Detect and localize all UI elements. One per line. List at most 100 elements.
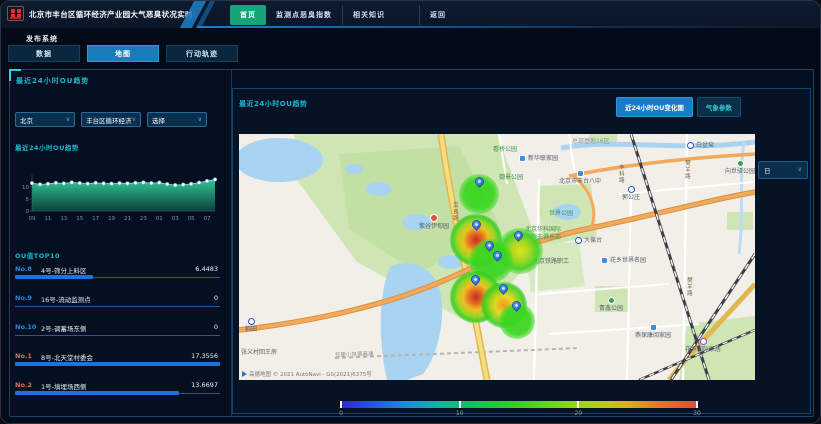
filter-bar: 北京∨丰台区循环经济产∨选择∨ <box>15 112 207 127</box>
map-label: 丰科路 <box>617 164 624 184</box>
period-select[interactable]: 日 ∨ <box>758 161 808 179</box>
park-icon <box>608 297 615 304</box>
top-list-item[interactable]: No.21号-填埋场西侧13.6697 <box>15 378 220 407</box>
row-divider <box>15 306 220 307</box>
weather-params-button[interactable]: 气象参数 <box>697 97 741 117</box>
station-name: 16号-流动监测点 <box>41 294 91 304</box>
x-tick-label: 03 <box>172 216 179 222</box>
data-point <box>110 182 113 185</box>
map-label-text: 花乡世界名园 <box>610 257 646 265</box>
metro-icon <box>687 142 694 149</box>
map-label: 青鑫公园 <box>599 297 623 313</box>
legend-tick <box>696 401 698 408</box>
red-marker-icon <box>430 214 438 222</box>
ou-trend-chart-title: 最近24小时OU趋势 <box>15 142 79 152</box>
tab-map[interactable]: 地图 <box>87 45 159 62</box>
x-tick-label: 05 <box>188 216 195 222</box>
legend-gradient-bar <box>340 401 698 408</box>
x-tick-label: 23 <box>140 216 147 222</box>
data-point <box>205 179 208 182</box>
top-list-item[interactable]: No.916号-流动监测点0 <box>15 291 220 320</box>
nav-tab-knowledge[interactable]: 相关知识 <box>342 5 395 25</box>
y-tick-label: 5 <box>26 197 30 203</box>
value-bar <box>15 391 179 395</box>
legend-tick-label: 0 <box>339 410 343 417</box>
row-divider <box>15 335 220 336</box>
data-point <box>181 183 184 186</box>
top-nav: 首页监测点恶臭指数相关知识 返回 <box>230 4 456 25</box>
main-panel: 最近24小时OU趋势 北京∨丰台区循环经济产∨选择∨ 最近24小时OU趋势 05… <box>9 69 814 417</box>
tab-track[interactable]: 行动轨迹 <box>166 45 238 62</box>
legend-tick-label: 20 <box>575 410 583 417</box>
map-canvas[interactable]: 总部基地16区看桥公园新华联家园白盆窑向世驿公园御景公园北京市丰台八中郭公庄樊羊… <box>239 134 755 380</box>
top-list-item[interactable]: No.18号-北天堂村委会17.3556 <box>15 349 220 378</box>
map-label-text: 稻田 <box>245 326 257 334</box>
map-label-text: 燕保康阅家园 <box>635 332 671 340</box>
x-tick-label: 19 <box>108 216 115 222</box>
map-panel-buttons: 近24小时OU变化图气象参数 <box>616 97 741 117</box>
poi-icon <box>519 155 526 162</box>
map-label-text: 大葆台 <box>584 237 602 245</box>
map-copyright: 高德地图 © 2021 AutoNavi - GS(2021)6375号 <box>242 370 372 378</box>
x-tick-label: 13 <box>60 216 67 222</box>
data-point <box>118 181 121 184</box>
station-select[interactable]: 选择∨ <box>147 112 207 127</box>
rank-label: No.2 <box>15 381 32 389</box>
chevron-down-icon: ∨ <box>132 117 136 123</box>
map-copyright-text: 高德地图 © 2021 AutoNavi - GS(2021)6375号 <box>249 370 372 378</box>
map-label: 张义村回王房 <box>241 349 277 357</box>
data-point <box>174 183 177 186</box>
map-label: 樊羊路 <box>683 160 690 180</box>
ou-change-chart-button[interactable]: 近24小时OU变化图 <box>616 97 693 117</box>
data-point <box>86 182 89 185</box>
data-point <box>158 181 161 184</box>
map-label: 京良路 <box>451 202 458 222</box>
park-select[interactable]: 丰台区循环经济产∨ <box>81 112 141 127</box>
map-label: 看桥公园 <box>493 146 517 154</box>
map-label: 樊羊路 <box>685 277 692 297</box>
data-point <box>78 181 81 184</box>
legend-tick <box>577 401 579 408</box>
amap-logo-icon <box>242 371 247 377</box>
map-label: 御景公园 <box>499 174 523 182</box>
map-label-text: 青鑫公园 <box>599 305 623 313</box>
legend-tick-label: 30 <box>693 410 701 417</box>
app-root: 北京市丰台区循环经济产业园大气恶臭状况实时 首页监测点恶臭指数相关知识返回 发布… <box>0 0 821 424</box>
station-select-value: 选择 <box>152 115 165 125</box>
city-select-value: 北京 <box>20 115 33 125</box>
x-tick-label: 11 <box>44 216 51 222</box>
publish-system-label: 发布系统 <box>26 34 58 44</box>
data-point <box>70 181 73 184</box>
legend-tick <box>459 401 461 408</box>
data-point <box>166 182 169 185</box>
chevron-down-icon: ∨ <box>66 117 70 123</box>
top-list-item[interactable]: No.102号-调蓄场东侧0 <box>15 320 220 349</box>
x-tick-label: 07 <box>204 216 211 222</box>
ou-value: 0 <box>214 323 218 331</box>
map-label: 郭公庄 <box>622 186 640 202</box>
nav-tab-odor-index[interactable]: 监测点恶臭指数 <box>266 5 342 25</box>
map-panel-title: 最近24小时OU趋势 <box>239 99 307 109</box>
top-list-title: OU值TOP10 <box>15 250 60 260</box>
data-point <box>126 182 129 185</box>
map-label: 稻田 <box>245 318 257 334</box>
top-list-item[interactable]: No.84号-筛分上料区6.4483 <box>15 262 220 291</box>
map-label: 大葆台 <box>575 237 602 245</box>
nav-tab-home[interactable]: 首页 <box>230 5 266 25</box>
view-tabs: 数据地图行动轨迹 <box>8 45 238 62</box>
map-label: 在建小京德高速 <box>335 351 374 359</box>
data-point <box>30 181 33 184</box>
nav-tab-back[interactable]: 返回 <box>419 5 456 25</box>
city-select[interactable]: 北京 ∨ <box>15 112 75 127</box>
data-point <box>54 181 57 184</box>
data-point <box>94 181 97 184</box>
poi-icon <box>650 324 657 331</box>
y-tick-label: 0 <box>26 209 30 215</box>
heat-legend: 0102030 <box>340 401 698 417</box>
tab-data[interactable]: 数据 <box>8 45 80 62</box>
ou-value: 17.3556 <box>191 352 218 360</box>
value-bar <box>15 362 220 366</box>
app-logo-icon <box>7 6 24 21</box>
data-point <box>197 181 200 184</box>
map-label-text: 新华联家园 <box>528 155 558 163</box>
